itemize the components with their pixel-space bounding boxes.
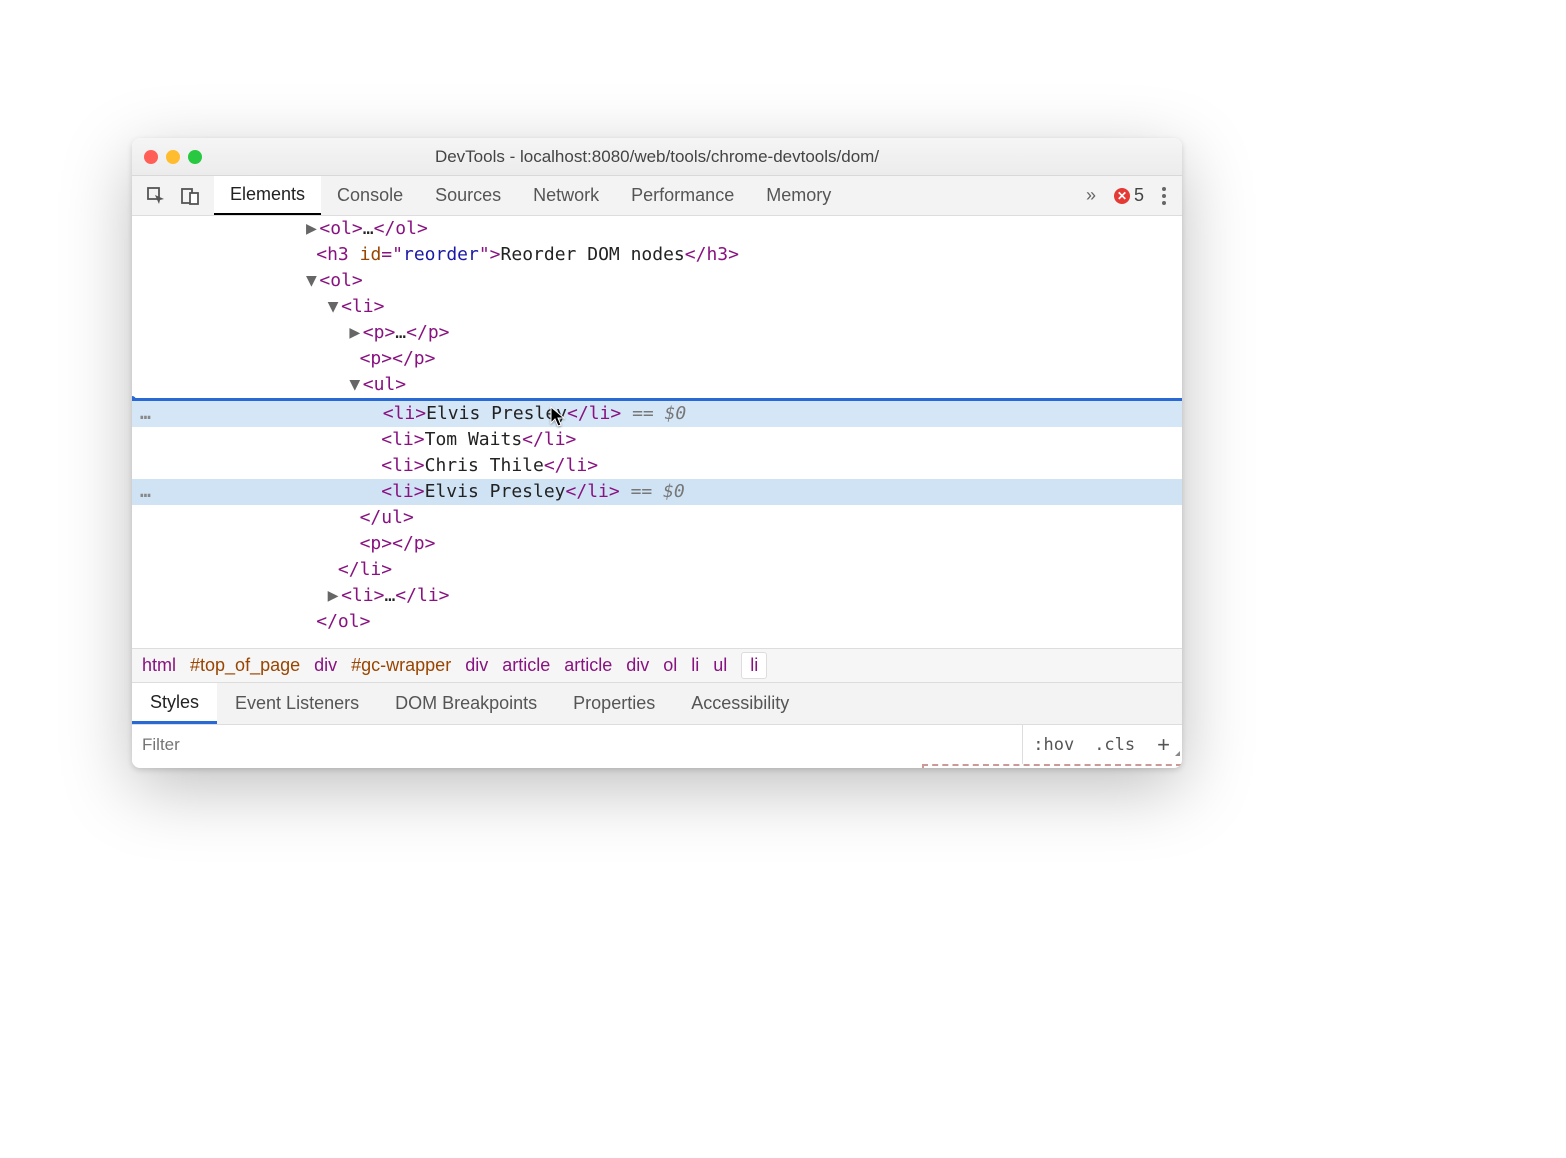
crumb[interactable]: div [314, 655, 337, 676]
styles-panel-tabs: Styles Event Listeners DOM Breakpoints P… [132, 682, 1182, 724]
dom-node[interactable]: <p></p> [132, 531, 1182, 557]
crumb[interactable]: #top_of_page [190, 655, 300, 676]
crumb[interactable]: ol [663, 655, 677, 676]
cls-toggle[interactable]: .cls [1084, 735, 1145, 755]
error-badge[interactable]: ✕ 5 [1114, 185, 1144, 206]
crumb[interactable]: ul [713, 655, 727, 676]
hov-toggle[interactable]: :hov [1023, 735, 1084, 755]
tab-performance[interactable]: Performance [615, 176, 750, 215]
titlebar: DevTools - localhost:8080/web/tools/chro… [132, 138, 1182, 176]
new-style-rule-button[interactable]: + [1145, 732, 1182, 758]
crumb[interactable]: li [691, 655, 699, 676]
crumb[interactable]: div [626, 655, 649, 676]
crumb-selected[interactable]: li [741, 652, 767, 679]
dom-node[interactable]: </li> [132, 557, 1182, 583]
panel-tabs: Elements Console Sources Network Perform… [214, 176, 847, 215]
subtab-properties[interactable]: Properties [555, 683, 673, 724]
tab-network[interactable]: Network [517, 176, 615, 215]
tab-memory[interactable]: Memory [750, 176, 847, 215]
breadcrumb: html #top_of_page div #gc-wrapper div ar… [132, 648, 1182, 682]
main-toolbar: Elements Console Sources Network Perform… [132, 176, 1182, 216]
box-model-preview-edge [922, 764, 1182, 768]
dom-node[interactable]: <h3 id="reorder">Reorder DOM nodes</h3> [132, 242, 1182, 268]
crumb[interactable]: article [502, 655, 550, 676]
settings-menu-icon[interactable] [1156, 187, 1172, 205]
crumb[interactable]: div [465, 655, 488, 676]
filter-input[interactable] [132, 725, 1022, 764]
error-icon: ✕ [1114, 188, 1130, 204]
subtab-event-listeners[interactable]: Event Listeners [217, 683, 377, 724]
dom-node[interactable]: ▼<ul> [132, 372, 1182, 398]
dom-node[interactable]: </ol> [132, 609, 1182, 635]
close-window-button[interactable] [144, 150, 158, 164]
dom-node-selected[interactable]: <li>Elvis Presley</li> == $0 [132, 479, 1182, 505]
dom-node[interactable]: ▶<li>…</li> [132, 583, 1182, 609]
more-tabs-icon[interactable]: » [1080, 185, 1102, 206]
crumb[interactable]: html [142, 655, 176, 676]
dom-node[interactable]: ▼<li> [132, 294, 1182, 320]
minimize-window-button[interactable] [166, 150, 180, 164]
device-toolbar-icon[interactable] [180, 186, 200, 206]
window-title: DevTools - localhost:8080/web/tools/chro… [144, 147, 1170, 167]
subtab-styles[interactable]: Styles [132, 683, 217, 724]
subtab-accessibility[interactable]: Accessibility [673, 683, 807, 724]
dom-node[interactable]: <li>Tom Waits</li> [132, 427, 1182, 453]
error-count: 5 [1134, 185, 1144, 206]
tab-elements[interactable]: Elements [214, 176, 321, 215]
tab-console[interactable]: Console [321, 176, 419, 215]
inspect-element-icon[interactable] [146, 186, 166, 206]
dom-node[interactable]: <li>Chris Thile</li> [132, 453, 1182, 479]
zoom-window-button[interactable] [188, 150, 202, 164]
subtab-dom-breakpoints[interactable]: DOM Breakpoints [377, 683, 555, 724]
traffic-lights [144, 150, 202, 164]
dom-node[interactable]: </ul> [132, 505, 1182, 531]
dom-node-drag-target[interactable]: <li>Elvis Presley</li> == $0 [132, 401, 1182, 427]
dom-tree[interactable]: ▶<ol>…</ol> <h3 id="reorder">Reorder DOM… [132, 216, 1182, 648]
bottom-strip [132, 764, 1182, 768]
devtools-window: DevTools - localhost:8080/web/tools/chro… [132, 138, 1182, 768]
dom-node[interactable]: ▶<p>…</p> [132, 320, 1182, 346]
dom-node[interactable]: ▼<ol> [132, 268, 1182, 294]
tab-sources[interactable]: Sources [419, 176, 517, 215]
crumb[interactable]: article [564, 655, 612, 676]
styles-filter-row: :hov .cls + [132, 724, 1182, 764]
crumb[interactable]: #gc-wrapper [351, 655, 451, 676]
dom-node[interactable]: ▶<ol>…</ol> [132, 216, 1182, 242]
dom-node[interactable]: <p></p> [132, 346, 1182, 372]
